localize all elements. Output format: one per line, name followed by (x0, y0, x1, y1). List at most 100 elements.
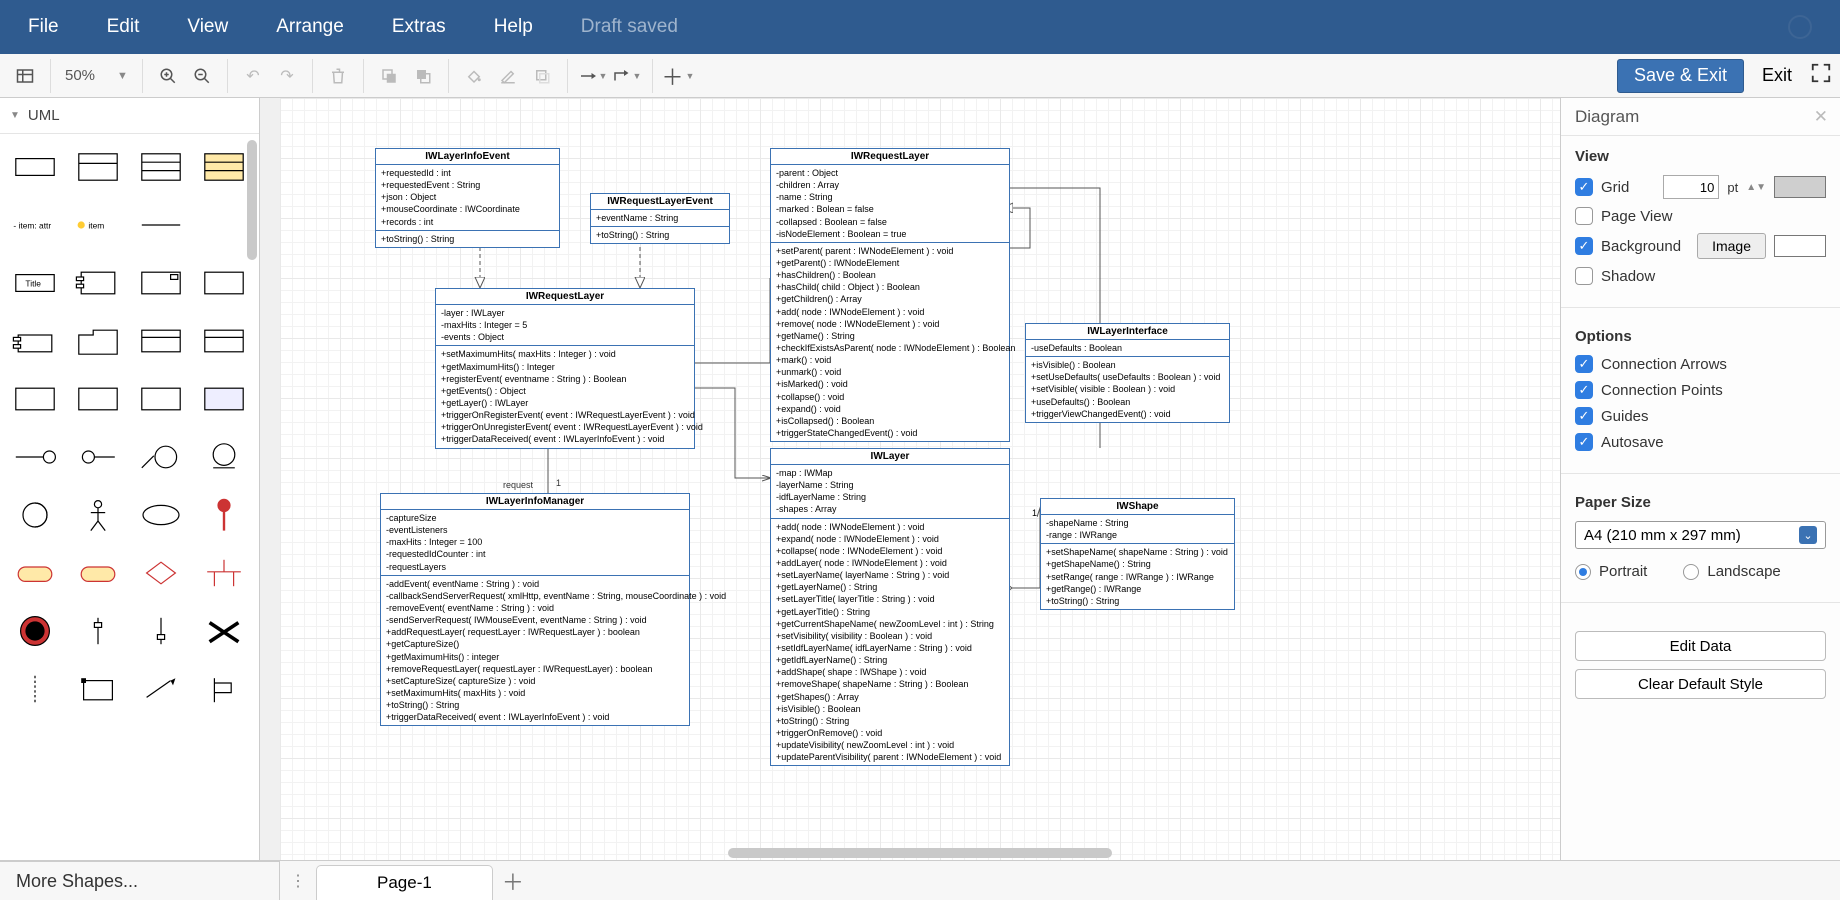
palette-shape-6[interactable] (135, 202, 188, 248)
palette-shape-15[interactable] (198, 318, 251, 364)
line-color-icon[interactable] (491, 59, 525, 93)
palette-shape-1[interactable] (71, 144, 124, 190)
collapse-icon: ▼ (10, 110, 20, 121)
add-page-button[interactable]: ＋ (493, 861, 533, 900)
uml-IWRequestLayer-small[interactable]: IWRequestLayer -layer : IWLayer -maxHits… (435, 288, 695, 449)
palette-shape-7[interactable] (198, 202, 251, 248)
canvas[interactable]: request 1 *1 IWLayerInfoEvent +requested… (280, 98, 1560, 860)
pageview-checkbox[interactable] (1575, 207, 1593, 225)
shadow-icon[interactable] (525, 59, 559, 93)
save-exit-button[interactable]: Save & Exit (1617, 59, 1744, 93)
palette-shape-38[interactable] (135, 666, 188, 712)
palette-shape-14[interactable] (135, 318, 188, 364)
account-icon[interactable] (1788, 15, 1812, 39)
conn-arrows-checkbox[interactable]: ✓ (1575, 355, 1593, 373)
orientation-portrait-radio[interactable] (1575, 564, 1591, 580)
grid-size-input[interactable] (1663, 175, 1719, 199)
uml-IWLayer[interactable]: IWLayer -map : IWMap -layerName : String… (770, 448, 1010, 766)
uml-IWRequestLayer-big[interactable]: IWRequestLayer -parent : Object -childre… (770, 148, 1010, 442)
menu-edit[interactable]: Edit (107, 16, 140, 38)
clear-style-button[interactable]: Clear Default Style (1575, 669, 1826, 699)
palette-shape-3[interactable] (198, 144, 251, 190)
to-front-icon[interactable] (372, 59, 406, 93)
palette-shape-33[interactable] (71, 608, 124, 654)
close-icon[interactable]: ✕ (1814, 107, 1828, 127)
to-back-icon[interactable] (406, 59, 440, 93)
uml-IWLayerInterface[interactable]: IWLayerInterface -useDefaults : Boolean … (1025, 323, 1230, 423)
palette-shape-11[interactable] (198, 260, 251, 306)
uml-IWLayerInfoManager[interactable]: IWLayerInfoManager -captureSize -eventLi… (380, 493, 690, 726)
menu-view[interactable]: View (187, 16, 228, 38)
background-checkbox[interactable]: ✓ (1575, 237, 1593, 255)
palette-category-header[interactable]: ▼ UML (0, 98, 259, 134)
menu-help[interactable]: Help (494, 16, 533, 38)
edit-data-button[interactable]: Edit Data (1575, 631, 1826, 661)
palette-shape-12[interactable] (8, 318, 61, 364)
menu-extras[interactable]: Extras (392, 16, 446, 38)
palette-shape-5[interactable]: item (71, 202, 124, 248)
palette-scrollbar[interactable] (247, 140, 257, 822)
palette-shape-36[interactable] (8, 666, 61, 712)
palette-shape-32[interactable] (8, 608, 61, 654)
palette-shape-4[interactable]: - item: attr (8, 202, 61, 248)
palette-shape-2[interactable] (135, 144, 188, 190)
fullscreen-icon[interactable] (1810, 62, 1832, 89)
fill-color-icon[interactable] (457, 59, 491, 93)
shadow-checkbox[interactable] (1575, 267, 1593, 285)
palette-shape-26[interactable] (135, 492, 188, 538)
zoom-in-icon[interactable] (151, 59, 185, 93)
zoom-select[interactable]: 50%▼ (59, 59, 134, 93)
palette-shape-24[interactable] (8, 492, 61, 538)
palette-shape-13[interactable] (71, 318, 124, 364)
connection-style-icon[interactable]: ▼ (576, 59, 610, 93)
menu-arrange[interactable]: Arrange (276, 16, 344, 38)
palette-shape-21[interactable] (71, 434, 124, 480)
tab-page-1[interactable]: Page-1 (316, 865, 493, 900)
add-icon[interactable]: ＋▼ (661, 59, 695, 93)
waypoint-style-icon[interactable]: ▼ (610, 59, 644, 93)
conn-points-checkbox[interactable]: ✓ (1575, 381, 1593, 399)
palette-shape-17[interactable] (71, 376, 124, 422)
palette-shape-8[interactable]: Title (8, 260, 61, 306)
canvas-h-scrollbar[interactable] (728, 848, 1112, 858)
palette-shape-18[interactable] (135, 376, 188, 422)
palette-shape-27[interactable] (198, 492, 251, 538)
palette-shape-35[interactable] (198, 608, 251, 654)
exit-button[interactable]: Exit (1754, 65, 1800, 86)
palette-shape-10[interactable] (135, 260, 188, 306)
more-shapes-button[interactable]: More Shapes... (0, 861, 279, 900)
background-color-swatch[interactable] (1774, 235, 1826, 257)
palette-shape-34[interactable] (135, 608, 188, 654)
background-image-button[interactable]: Image (1697, 233, 1766, 259)
undo-icon[interactable]: ↶ (236, 59, 270, 93)
uml-IWLayerInfoEvent[interactable]: IWLayerInfoEvent +requestedId : int +req… (375, 148, 560, 248)
zoom-out-icon[interactable] (185, 59, 219, 93)
palette-shape-19[interactable] (198, 376, 251, 422)
delete-icon[interactable] (321, 59, 355, 93)
palette-shape-22[interactable] (135, 434, 188, 480)
orientation-landscape-radio[interactable] (1683, 564, 1699, 580)
menu-file[interactable]: File (28, 16, 59, 38)
paper-size-select[interactable]: A4 (210 mm x 297 mm) ⌄ (1575, 521, 1826, 549)
palette-shape-9[interactable] (71, 260, 124, 306)
palette-shape-0[interactable] (8, 144, 61, 190)
grid-checkbox[interactable]: ✓ (1575, 178, 1593, 196)
palette-shape-28[interactable] (8, 550, 61, 596)
palette-shape-20[interactable] (8, 434, 61, 480)
palette-shape-37[interactable] (71, 666, 124, 712)
grid-color-swatch[interactable] (1774, 176, 1826, 198)
uml-IWRequestLayerEvent[interactable]: IWRequestLayerEvent +eventName : String … (590, 193, 730, 244)
palette-shape-30[interactable] (135, 550, 188, 596)
palette-shape-23[interactable] (198, 434, 251, 480)
palette-shape-25[interactable] (71, 492, 124, 538)
autosave-checkbox[interactable]: ✓ (1575, 433, 1593, 451)
redo-icon[interactable]: ↷ (270, 59, 304, 93)
sidebar-toggle-icon[interactable] (8, 59, 42, 93)
palette-shape-29[interactable] (71, 550, 124, 596)
tab-menu-icon[interactable]: ⋮ (280, 861, 316, 900)
uml-IWShape[interactable]: IWShape -shapeName : String -range : IWR… (1040, 498, 1235, 610)
palette-shape-39[interactable] (198, 666, 251, 712)
guides-checkbox[interactable]: ✓ (1575, 407, 1593, 425)
palette-shape-16[interactable] (8, 376, 61, 422)
palette-shape-31[interactable] (198, 550, 251, 596)
